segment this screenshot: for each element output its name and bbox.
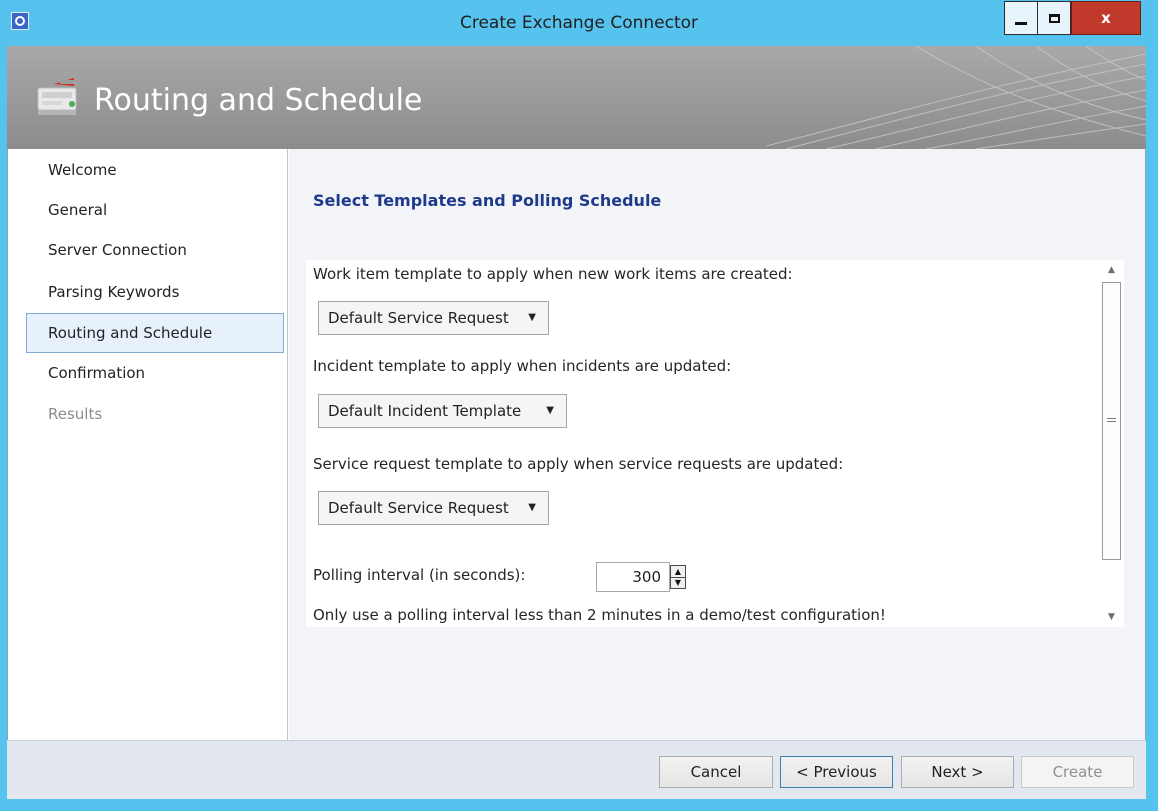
nav-item-results: Results — [48, 405, 103, 423]
polling-interval-input[interactable]: 300 — [596, 562, 670, 592]
main-panel: Select Templates and Polling Schedule Wo… — [289, 149, 1145, 740]
nav-item-general[interactable]: General — [26, 191, 284, 231]
previous-button[interactable]: < Previous — [780, 756, 893, 788]
minimize-button[interactable] — [1004, 1, 1037, 35]
section-heading: Select Templates and Polling Schedule — [313, 191, 662, 210]
service-request-template-value: Default Service Request — [328, 499, 509, 517]
polling-interval-stepper: 300 ▲ ▼ — [596, 562, 692, 592]
stepper-down-icon[interactable]: ▼ — [671, 577, 685, 588]
incident-template-value: Default Incident Template — [328, 402, 522, 420]
wizard-window: Create Exchange Connector x Routing and … — [0, 0, 1158, 811]
wizard-nav: Welcome General Server Connection Parsin… — [8, 149, 288, 740]
dropdown-arrow-icon: ▼ — [528, 502, 536, 513]
next-button[interactable]: Next > — [901, 756, 1014, 788]
work-item-template-select[interactable]: Default Service Request ▼ — [318, 301, 549, 335]
header-banner: Routing and Schedule — [7, 46, 1146, 149]
scroll-down-icon[interactable]: ▼ — [1099, 607, 1124, 627]
banner-wave-decoration — [766, 46, 1146, 149]
service-request-template-label: Service request template to apply when s… — [313, 455, 844, 473]
nav-item-routing-and-schedule[interactable]: Routing and Schedule — [26, 313, 284, 353]
cancel-button[interactable]: Cancel — [659, 756, 773, 788]
incident-template-select[interactable]: Default Incident Template ▼ — [318, 394, 567, 428]
page-title: Routing and Schedule — [94, 83, 423, 118]
stepper-buttons: ▲ ▼ — [670, 565, 686, 589]
close-button[interactable]: x — [1071, 1, 1141, 35]
maximize-button[interactable] — [1037, 1, 1071, 35]
polling-interval-label: Polling interval (in seconds): — [313, 566, 526, 584]
work-item-template-value: Default Service Request — [328, 309, 509, 327]
close-icon: x — [1101, 9, 1111, 27]
scrollbar-thumb[interactable] — [1102, 282, 1121, 560]
window-bottom-border — [0, 799, 1158, 811]
nav-item-server-connection[interactable]: Server Connection — [26, 231, 284, 271]
nav-item-welcome[interactable]: Welcome — [26, 151, 284, 191]
window-title: Create Exchange Connector — [459, 13, 699, 33]
incident-template-label: Incident template to apply when incident… — [313, 357, 732, 375]
maximize-icon — [1048, 13, 1060, 23]
create-button: Create — [1021, 756, 1134, 788]
scroll-up-icon[interactable]: ▲ — [1099, 260, 1124, 280]
dropdown-arrow-icon: ▼ — [546, 405, 554, 416]
settings-form: Work item template to apply when new wor… — [306, 260, 1124, 627]
form-scrollbar[interactable]: ▲ ▼ — [1099, 260, 1124, 627]
nav-item-confirmation[interactable]: Confirmation — [26, 354, 284, 394]
connector-wizard-icon — [37, 78, 77, 115]
work-item-template-label: Work item template to apply when new wor… — [313, 265, 793, 283]
title-bar[interactable]: Create Exchange Connector x — [0, 0, 1158, 46]
minimize-icon — [1015, 21, 1027, 25]
polling-interval-note: Only use a polling interval less than 2 … — [313, 606, 886, 624]
scrollbar-grip-icon — [1107, 418, 1116, 422]
service-request-template-select[interactable]: Default Service Request ▼ — [318, 491, 549, 525]
dropdown-arrow-icon: ▼ — [528, 312, 536, 323]
nav-item-parsing-keywords[interactable]: Parsing Keywords — [26, 273, 284, 313]
